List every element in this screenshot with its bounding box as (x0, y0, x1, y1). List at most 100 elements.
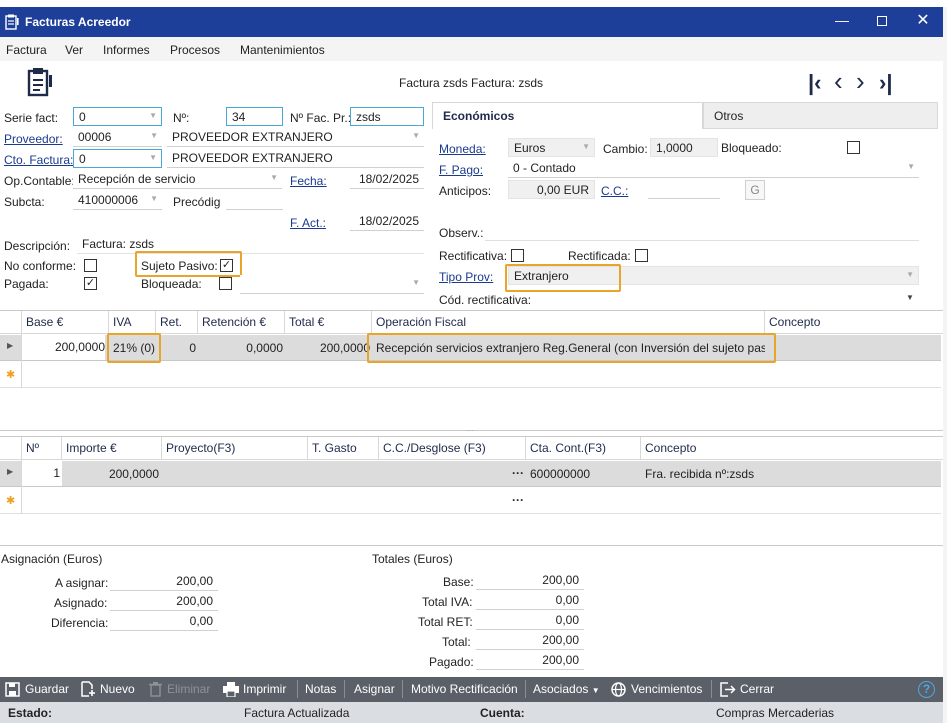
anticipos-label: Anticipos: (439, 184, 492, 198)
splitter-handle[interactable]: ··· (462, 427, 478, 435)
last-record-icon[interactable]: ›| (879, 70, 892, 96)
proveedor-field[interactable]: 00006 ▼ (73, 128, 162, 147)
cto-label[interactable]: Cto. Factura: (4, 153, 73, 167)
eliminar-button[interactable]: Eliminar (167, 678, 210, 700)
globe-icon (611, 682, 626, 697)
precodig-field[interactable] (226, 191, 283, 210)
vencimientos-button[interactable]: Vencimientos (631, 678, 702, 700)
asociados-button[interactable]: Asociados ▼ (533, 678, 600, 700)
g-button[interactable]: G (745, 180, 765, 200)
cell-total[interactable]: 200,0000 (285, 341, 370, 355)
tipoprov-label[interactable]: Tipo Prov: (439, 270, 493, 284)
serie-field[interactable]: 0 ▼ (73, 107, 162, 126)
proveedor-label[interactable]: Proveedor: (4, 132, 63, 146)
col-concepto2[interactable]: Concepto (641, 437, 941, 460)
cell-cc-ellipsis-button[interactable]: ··· (512, 466, 524, 480)
bloqueada-checkbox[interactable] (219, 277, 232, 290)
menu-mantenimientos[interactable]: Mantenimientos (240, 43, 325, 57)
moneda-field[interactable]: Euros ▼ (508, 138, 595, 157)
fpago-label[interactable]: F. Pago: (439, 163, 483, 177)
precodig-label: Precódig (173, 195, 221, 209)
bloqueada-select[interactable]: ▼ (240, 275, 424, 294)
fact-field[interactable]: 18/02/2025 (350, 212, 424, 231)
table-row[interactable]: ▶ 200,0000 21% (0) 0 0,0000 200,0000 Rec… (0, 335, 941, 361)
opcontable-field[interactable]: Recepción de servicio ▼ (73, 170, 282, 189)
col-importe[interactable]: Importe € (62, 437, 162, 460)
cc-label[interactable]: C.C.: (601, 184, 628, 198)
sujeto-checkbox[interactable]: ✓ (220, 259, 233, 272)
guardar-button[interactable]: Guardar (25, 678, 69, 700)
help-icon[interactable]: ? (918, 681, 935, 698)
descripcion-field[interactable]: Factura: zsds (77, 235, 424, 254)
cell-importe[interactable]: 200,0000 (62, 467, 159, 481)
bloqueado-checkbox[interactable] (847, 141, 860, 154)
no-field[interactable]: 34 (226, 107, 283, 126)
cell-n[interactable]: 1 (22, 461, 62, 486)
cell-operacion[interactable]: Recepción servicios extranjero Reg.Gener… (376, 341, 765, 355)
pagada-checkbox[interactable]: ✓ (84, 277, 97, 290)
proveedor-name[interactable]: PROVEEDOR EXTRANJERO ▼ (167, 128, 424, 147)
diferencia-label: Diferencia: (51, 616, 109, 630)
exit-icon (720, 682, 736, 697)
subcta-field[interactable]: 410000006 ▼ (73, 191, 162, 210)
new-row-ellipsis-button[interactable]: ··· (512, 493, 524, 507)
fecha-field[interactable]: 18/02/2025 (350, 170, 424, 189)
ret-label: Total RET: (418, 615, 473, 629)
menu-factura[interactable]: Factura (6, 43, 47, 57)
cell-ret[interactable]: 0 (156, 341, 196, 355)
moneda-label[interactable]: Moneda: (439, 142, 486, 156)
table-row[interactable]: ▶ 1 200,0000 ··· 600000000 Fra. recibida… (0, 461, 941, 487)
imprimir-button[interactable]: Imprimir (243, 678, 286, 700)
menu-informes[interactable]: Informes (103, 43, 150, 57)
new-row[interactable]: ✱ (0, 362, 941, 388)
minimize-button[interactable]: — (830, 12, 854, 32)
rectificada-checkbox[interactable] (635, 249, 648, 262)
cell-concepto2[interactable]: Fra. recibida nº:zsds (645, 467, 754, 481)
cambio-field[interactable]: 1,0000 (650, 138, 718, 157)
col-total[interactable]: Total € (285, 311, 372, 334)
cell-base[interactable]: 200,0000 (22, 335, 105, 360)
rectificativa-checkbox[interactable] (511, 249, 524, 262)
col-tgasto[interactable]: T. Gasto (308, 437, 379, 460)
new-row[interactable]: ✱ ··· (0, 488, 941, 514)
maximize-button[interactable] (870, 12, 894, 32)
col-iva[interactable]: IVA (109, 311, 156, 334)
col-cc[interactable]: C.C./Desglose (F3) (379, 437, 526, 460)
nuevo-button[interactable]: Nuevo (100, 678, 135, 700)
prev-record-icon[interactable]: ‹ (834, 66, 843, 97)
tab-otros[interactable]: Otros (703, 102, 938, 129)
col-base[interactable]: Base € (22, 311, 109, 334)
fpago-field[interactable]: 0 - Contado ▼ (508, 159, 919, 178)
menu-procesos[interactable]: Procesos (170, 43, 220, 57)
first-record-icon[interactable]: |‹ (808, 70, 821, 96)
col-operacion[interactable]: Operación Fiscal (372, 311, 765, 334)
col-retencion[interactable]: Retención € (198, 311, 285, 334)
close-icon[interactable]: ✕ (911, 10, 935, 32)
tipoprov-field[interactable]: Extranjero ▼ (508, 266, 919, 285)
nofac-field[interactable]: zsds (350, 107, 424, 126)
grid-left-edge (21, 460, 22, 514)
cc-field[interactable] (648, 180, 720, 199)
noconforme-checkbox[interactable] (84, 259, 97, 272)
col-concepto[interactable]: Concepto (765, 311, 941, 334)
col-cta[interactable]: Cta. Cont.(F3) (526, 437, 641, 460)
codrect-dropdown-icon[interactable]: ▼ (906, 293, 914, 302)
col-proyecto[interactable]: Proyecto(F3) (162, 437, 308, 460)
next-record-icon[interactable]: › (856, 66, 865, 97)
cell-iva[interactable]: 21% (0) (113, 341, 155, 355)
pagada-label: Pagada: (4, 277, 49, 291)
tab-economicos[interactable]: Económicos (432, 102, 703, 129)
col-ret[interactable]: Ret. (156, 311, 198, 334)
cto-field[interactable]: 0 ▼ (73, 149, 162, 168)
observ-field[interactable] (485, 222, 919, 241)
notas-button[interactable]: Notas (305, 678, 336, 700)
cell-retencion[interactable]: 0,0000 (198, 341, 283, 355)
cell-cta[interactable]: 600000000 (530, 467, 590, 481)
motivo-button[interactable]: Motivo Rectificación (411, 678, 518, 700)
menu-ver[interactable]: Ver (65, 43, 83, 57)
fecha-label[interactable]: Fecha: (290, 174, 327, 188)
col-n[interactable]: Nº (22, 437, 62, 460)
cerrar-button[interactable]: Cerrar (740, 678, 774, 700)
fact-label[interactable]: F. Act.: (290, 216, 326, 230)
asignar-button[interactable]: Asignar (354, 678, 395, 700)
